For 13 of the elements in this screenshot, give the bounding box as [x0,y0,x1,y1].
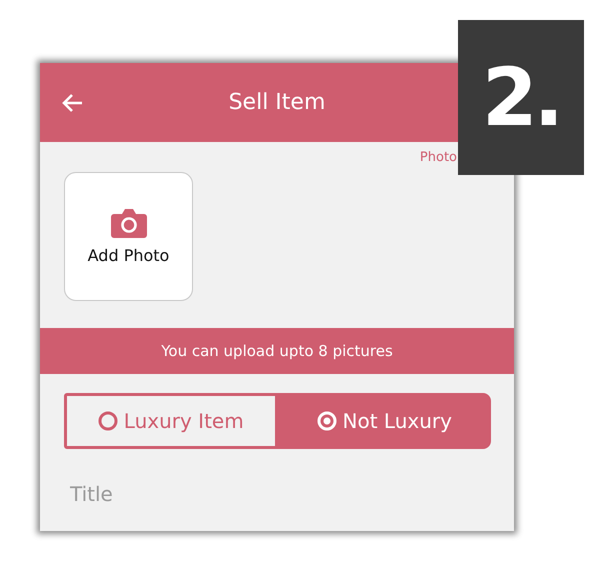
add-photo-button[interactable]: Add Photo [64,172,193,301]
back-arrow-icon[interactable] [61,93,83,113]
radio-off-icon [98,411,118,431]
screen-title: Sell Item [228,90,326,115]
title-field[interactable]: Title [64,479,496,509]
radio-on-icon [316,411,337,431]
upload-banner: You can upload upto 8 pictures [40,328,514,374]
camera-icon [110,208,146,238]
photo-hint: Photo [420,150,457,166]
add-photo-label: Add Photo [88,246,170,265]
luxury-option[interactable]: Not Luxury [278,393,491,449]
step-badge: 2. [458,20,584,175]
luxury-option[interactable]: Luxury Item [64,393,278,449]
